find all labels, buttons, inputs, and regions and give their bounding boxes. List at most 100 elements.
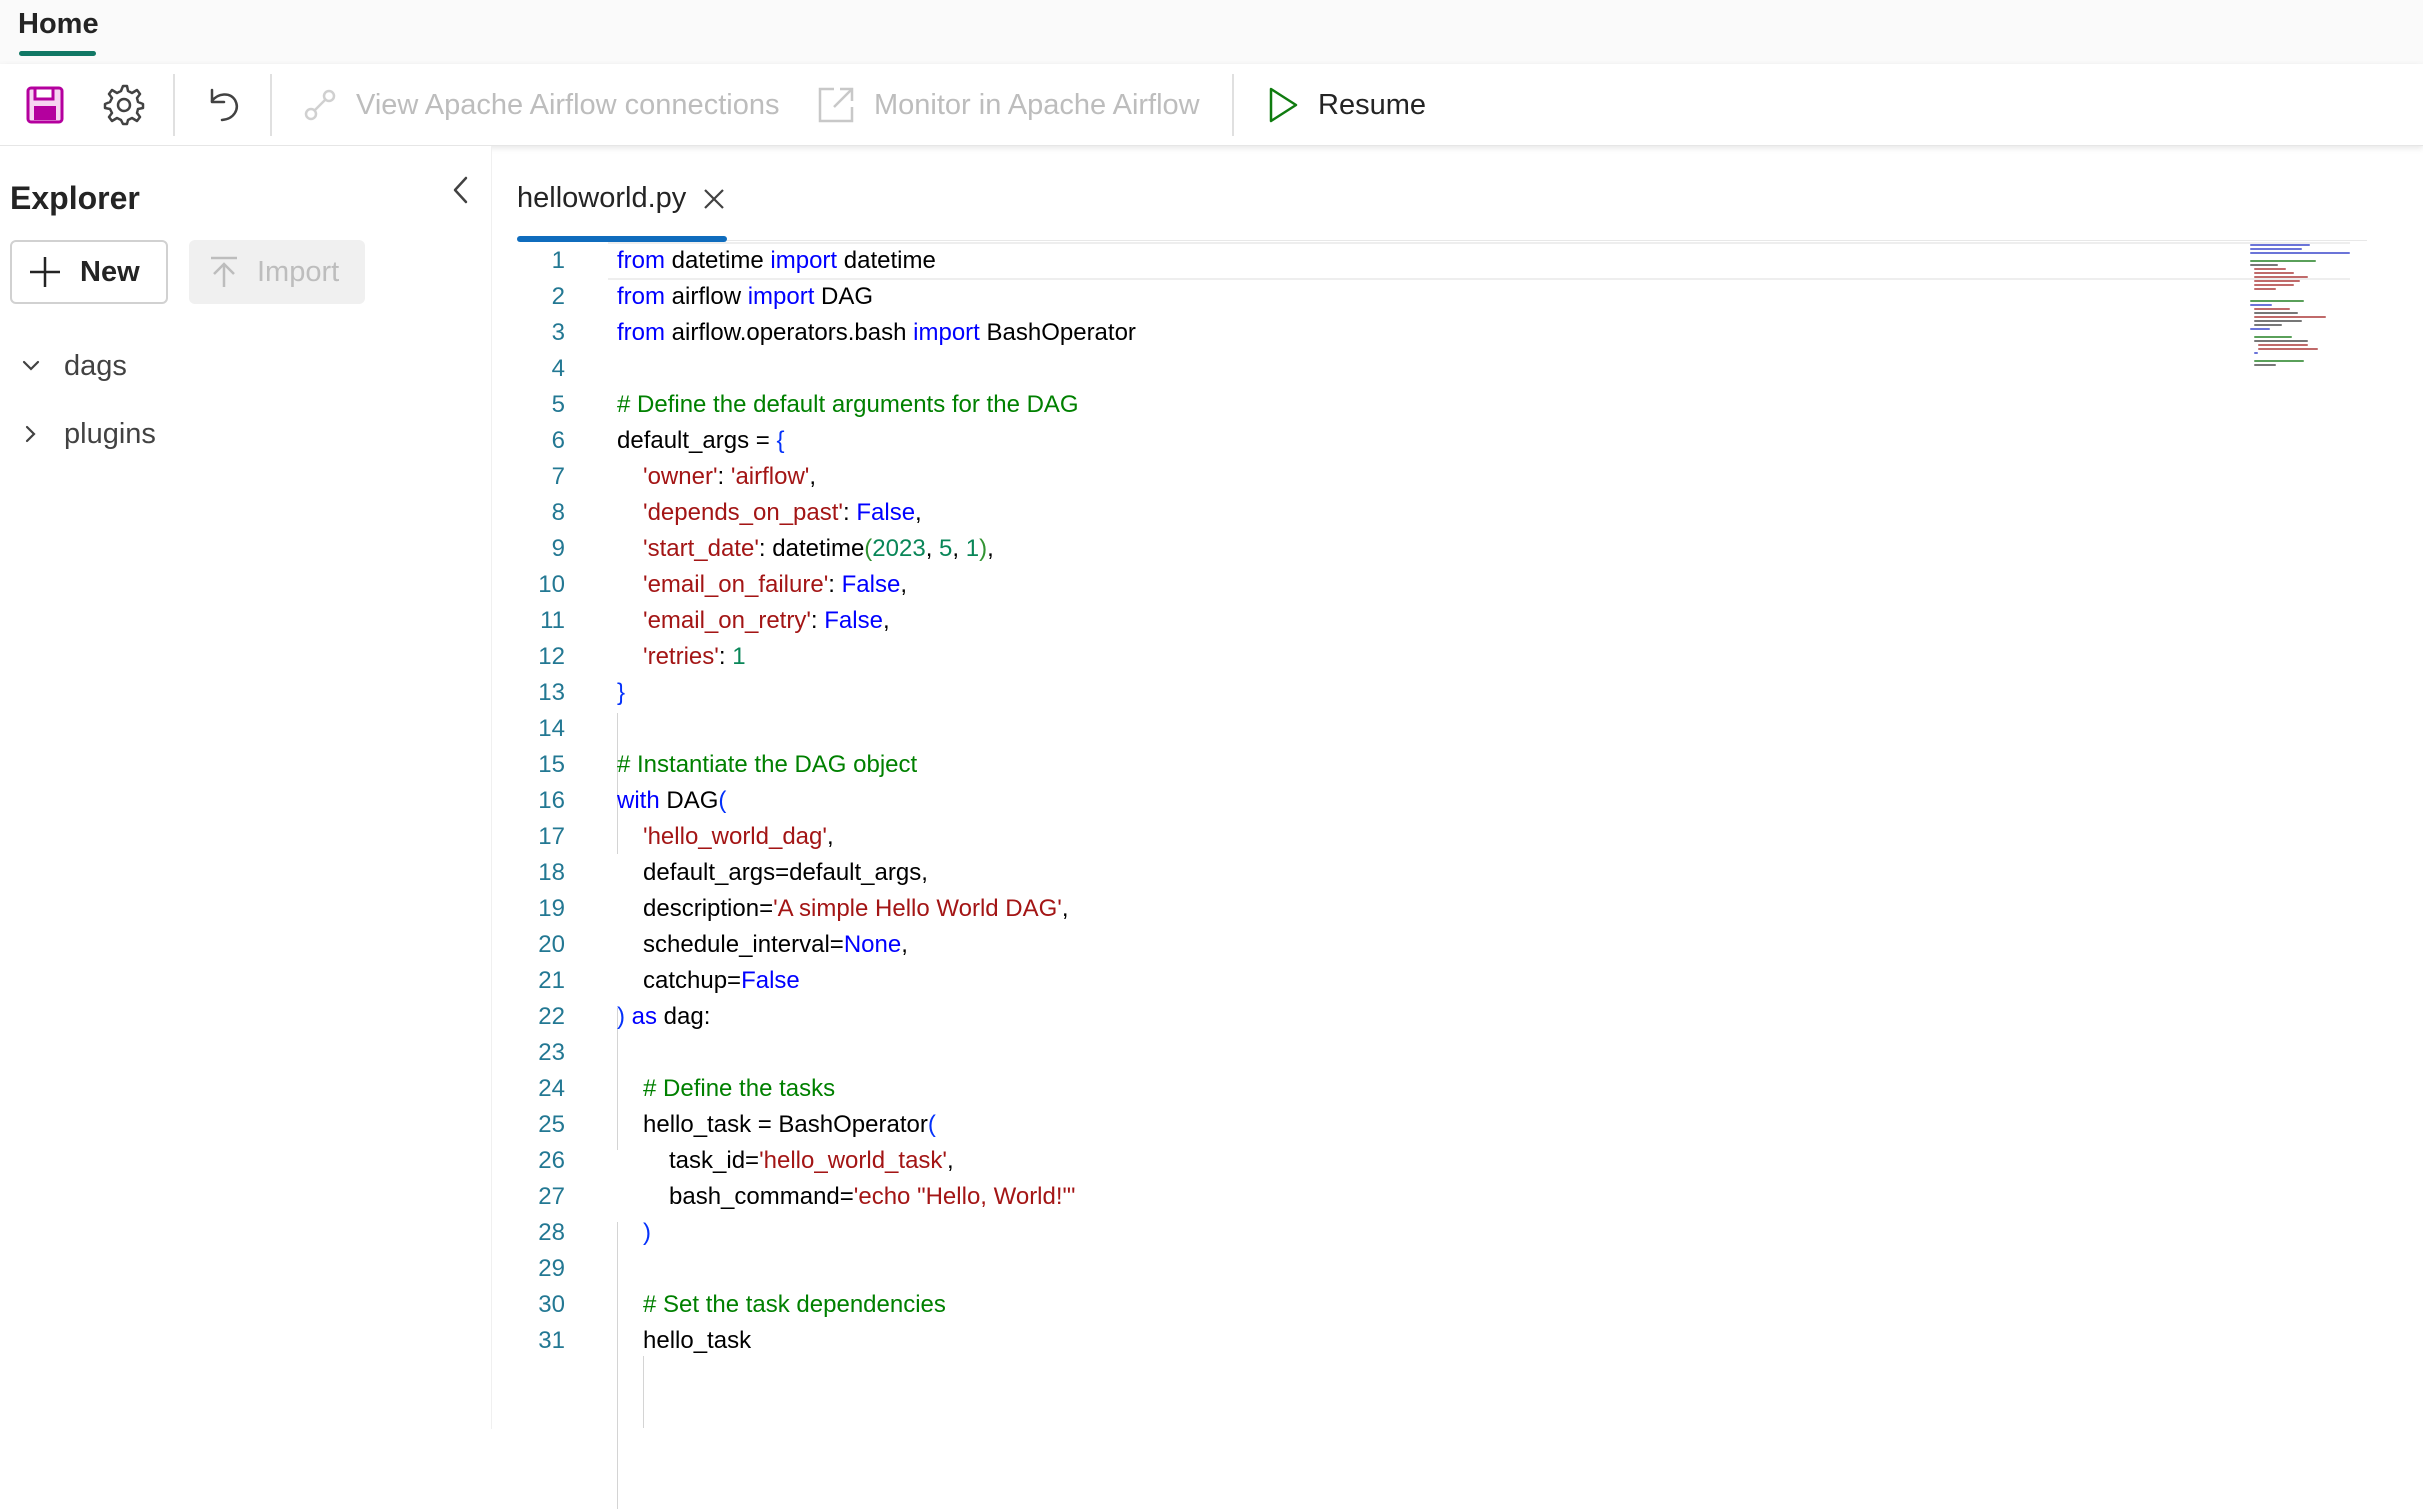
line-number: 26 — [538, 1147, 565, 1174]
tree-folder-dags[interactable]: dags — [20, 346, 127, 386]
line-number: 7 — [551, 463, 565, 490]
chevron-right-icon — [25, 425, 36, 443]
tab-home[interactable]: Home — [18, 8, 99, 41]
view-connections-button[interactable]: View Apache Airflow connections — [302, 82, 779, 128]
tree-folder-plugins[interactable]: plugins — [20, 414, 156, 454]
line-number: 30 — [538, 1291, 565, 1318]
code-line: 28) — [495, 1215, 2345, 1251]
toolbar-separator — [1232, 74, 1234, 136]
code-line: 17'hello_world_dag', — [495, 819, 2345, 855]
line-number: 20 — [538, 931, 565, 958]
close-icon[interactable] — [700, 185, 728, 213]
monitor-airflow-button[interactable]: Monitor in Apache Airflow — [816, 82, 1200, 128]
explorer-title: Explorer — [10, 180, 140, 216]
toolbar-separator — [173, 74, 175, 136]
code-line: 26 task_id='hello_world_task', — [495, 1143, 2345, 1179]
code-line: 27 bash_command='echo "Hello, World!"' — [495, 1179, 2345, 1215]
code-line: 5 # Define the default arguments for the … — [495, 387, 2345, 423]
line-number: 13 — [538, 679, 565, 706]
line-number: 3 — [551, 319, 565, 346]
code-line: 2 from airflow import DAG — [495, 279, 2345, 315]
code-line: 29 — [495, 1251, 2345, 1287]
tab-home-underline — [19, 51, 96, 56]
code-line: 1 from datetime import datetime — [495, 243, 2345, 279]
line-number: 23 — [538, 1039, 565, 1066]
save-icon — [26, 86, 64, 124]
code-line: 11'email_on_retry': False, — [495, 603, 2345, 639]
view-connections-label: View Apache Airflow connections — [356, 88, 780, 121]
code-line: 10'email_on_failure': False, — [495, 567, 2345, 603]
line-number: 21 — [538, 967, 565, 994]
line-number: 1 — [551, 247, 565, 274]
tree-folder-label: plugins — [64, 417, 156, 450]
code-editor: helloworld.py 1 from datetime import date… — [495, 146, 2423, 1509]
line-number: 14 — [538, 715, 565, 742]
file-tab-helloworld[interactable]: helloworld.py — [517, 182, 728, 215]
code-line: 13} — [495, 675, 2345, 711]
settings-button[interactable] — [101, 82, 147, 128]
code-line: 21 catchup=False — [495, 963, 2345, 999]
import-button[interactable]: Import — [189, 240, 365, 304]
line-number: 17 — [538, 823, 565, 850]
line-number: 11 — [540, 607, 565, 634]
code-line: 30 # Set the task dependencies — [495, 1287, 2345, 1323]
line-number: 8 — [551, 499, 565, 526]
chevron-left-icon — [453, 176, 468, 204]
resume-button[interactable]: Resume — [1266, 82, 1426, 128]
line-number: 18 — [538, 859, 565, 886]
line-number: 19 — [538, 895, 565, 922]
new-button[interactable]: New — [10, 240, 168, 304]
line-number: 15 — [538, 751, 565, 778]
link-icon — [304, 89, 336, 121]
top-tab-bar: Home — [0, 0, 2423, 64]
monitor-label: Monitor in Apache Airflow — [874, 88, 1200, 121]
code-line: 24 # Define the tasks — [495, 1071, 2345, 1107]
file-tab-label: helloworld.py — [517, 182, 687, 214]
code-line: 22) as dag: — [495, 999, 2345, 1035]
line-number: 25 — [538, 1111, 565, 1138]
code-line: 31 hello_task — [495, 1323, 2345, 1359]
new-label: New — [80, 255, 140, 288]
code-line: 6 default_args = { — [495, 423, 2345, 459]
toolbar: View Apache Airflow connections Monitor … — [0, 64, 2423, 146]
line-number: 12 — [538, 643, 565, 670]
chevron-down-icon — [22, 360, 40, 371]
code-area[interactable]: 1 from datetime import datetime 2 from air… — [495, 243, 2345, 1359]
code-line: 7'owner': 'airflow', — [495, 459, 2345, 495]
play-icon — [1269, 87, 1298, 123]
upload-icon — [211, 256, 237, 287]
toolbar-separator — [270, 74, 272, 136]
line-number: 4 — [551, 355, 565, 382]
line-number: 22 — [538, 1003, 565, 1030]
undo-button[interactable] — [200, 82, 246, 128]
code-line: 20 schedule_interval=None, — [495, 927, 2345, 963]
import-label: Import — [257, 255, 340, 288]
code-line: 18 default_args=default_args, — [495, 855, 2345, 891]
line-number: 10 — [538, 571, 565, 598]
code-line: 15 # Instantiate the DAG object — [495, 747, 2345, 783]
code-line: 4 — [495, 351, 2345, 387]
save-button[interactable] — [22, 82, 68, 128]
code-line: 19 description='A simple Hello World DAG'… — [495, 891, 2345, 927]
undo-icon — [210, 88, 239, 122]
code-line: 3 from airflow.operators.bash import Bash… — [495, 315, 2345, 351]
line-number: 6 — [551, 427, 565, 454]
indent-guide — [643, 1356, 644, 1428]
code-line: 8'depends_on_past': False, — [495, 495, 2345, 531]
line-number: 9 — [551, 535, 565, 562]
code-line: 25 hello_task = BashOperator( — [495, 1107, 2345, 1143]
code-line: 16 with DAG( — [495, 783, 2345, 819]
explorer-panel: Explorer New Import dags plugins — [0, 146, 492, 1429]
code-line: 14 — [495, 711, 2345, 747]
line-number: 2 — [551, 283, 565, 310]
plus-icon — [30, 257, 60, 287]
collapse-explorer-button[interactable] — [444, 170, 478, 210]
line-number: 29 — [538, 1255, 565, 1282]
line-number: 28 — [538, 1219, 565, 1246]
settings-icon — [103, 84, 145, 126]
open-external-icon — [818, 87, 854, 123]
line-number: 24 — [538, 1075, 565, 1102]
line-number: 16 — [538, 787, 565, 814]
code-line: 23 — [495, 1035, 2345, 1071]
code-minimap[interactable] — [2250, 242, 2360, 382]
